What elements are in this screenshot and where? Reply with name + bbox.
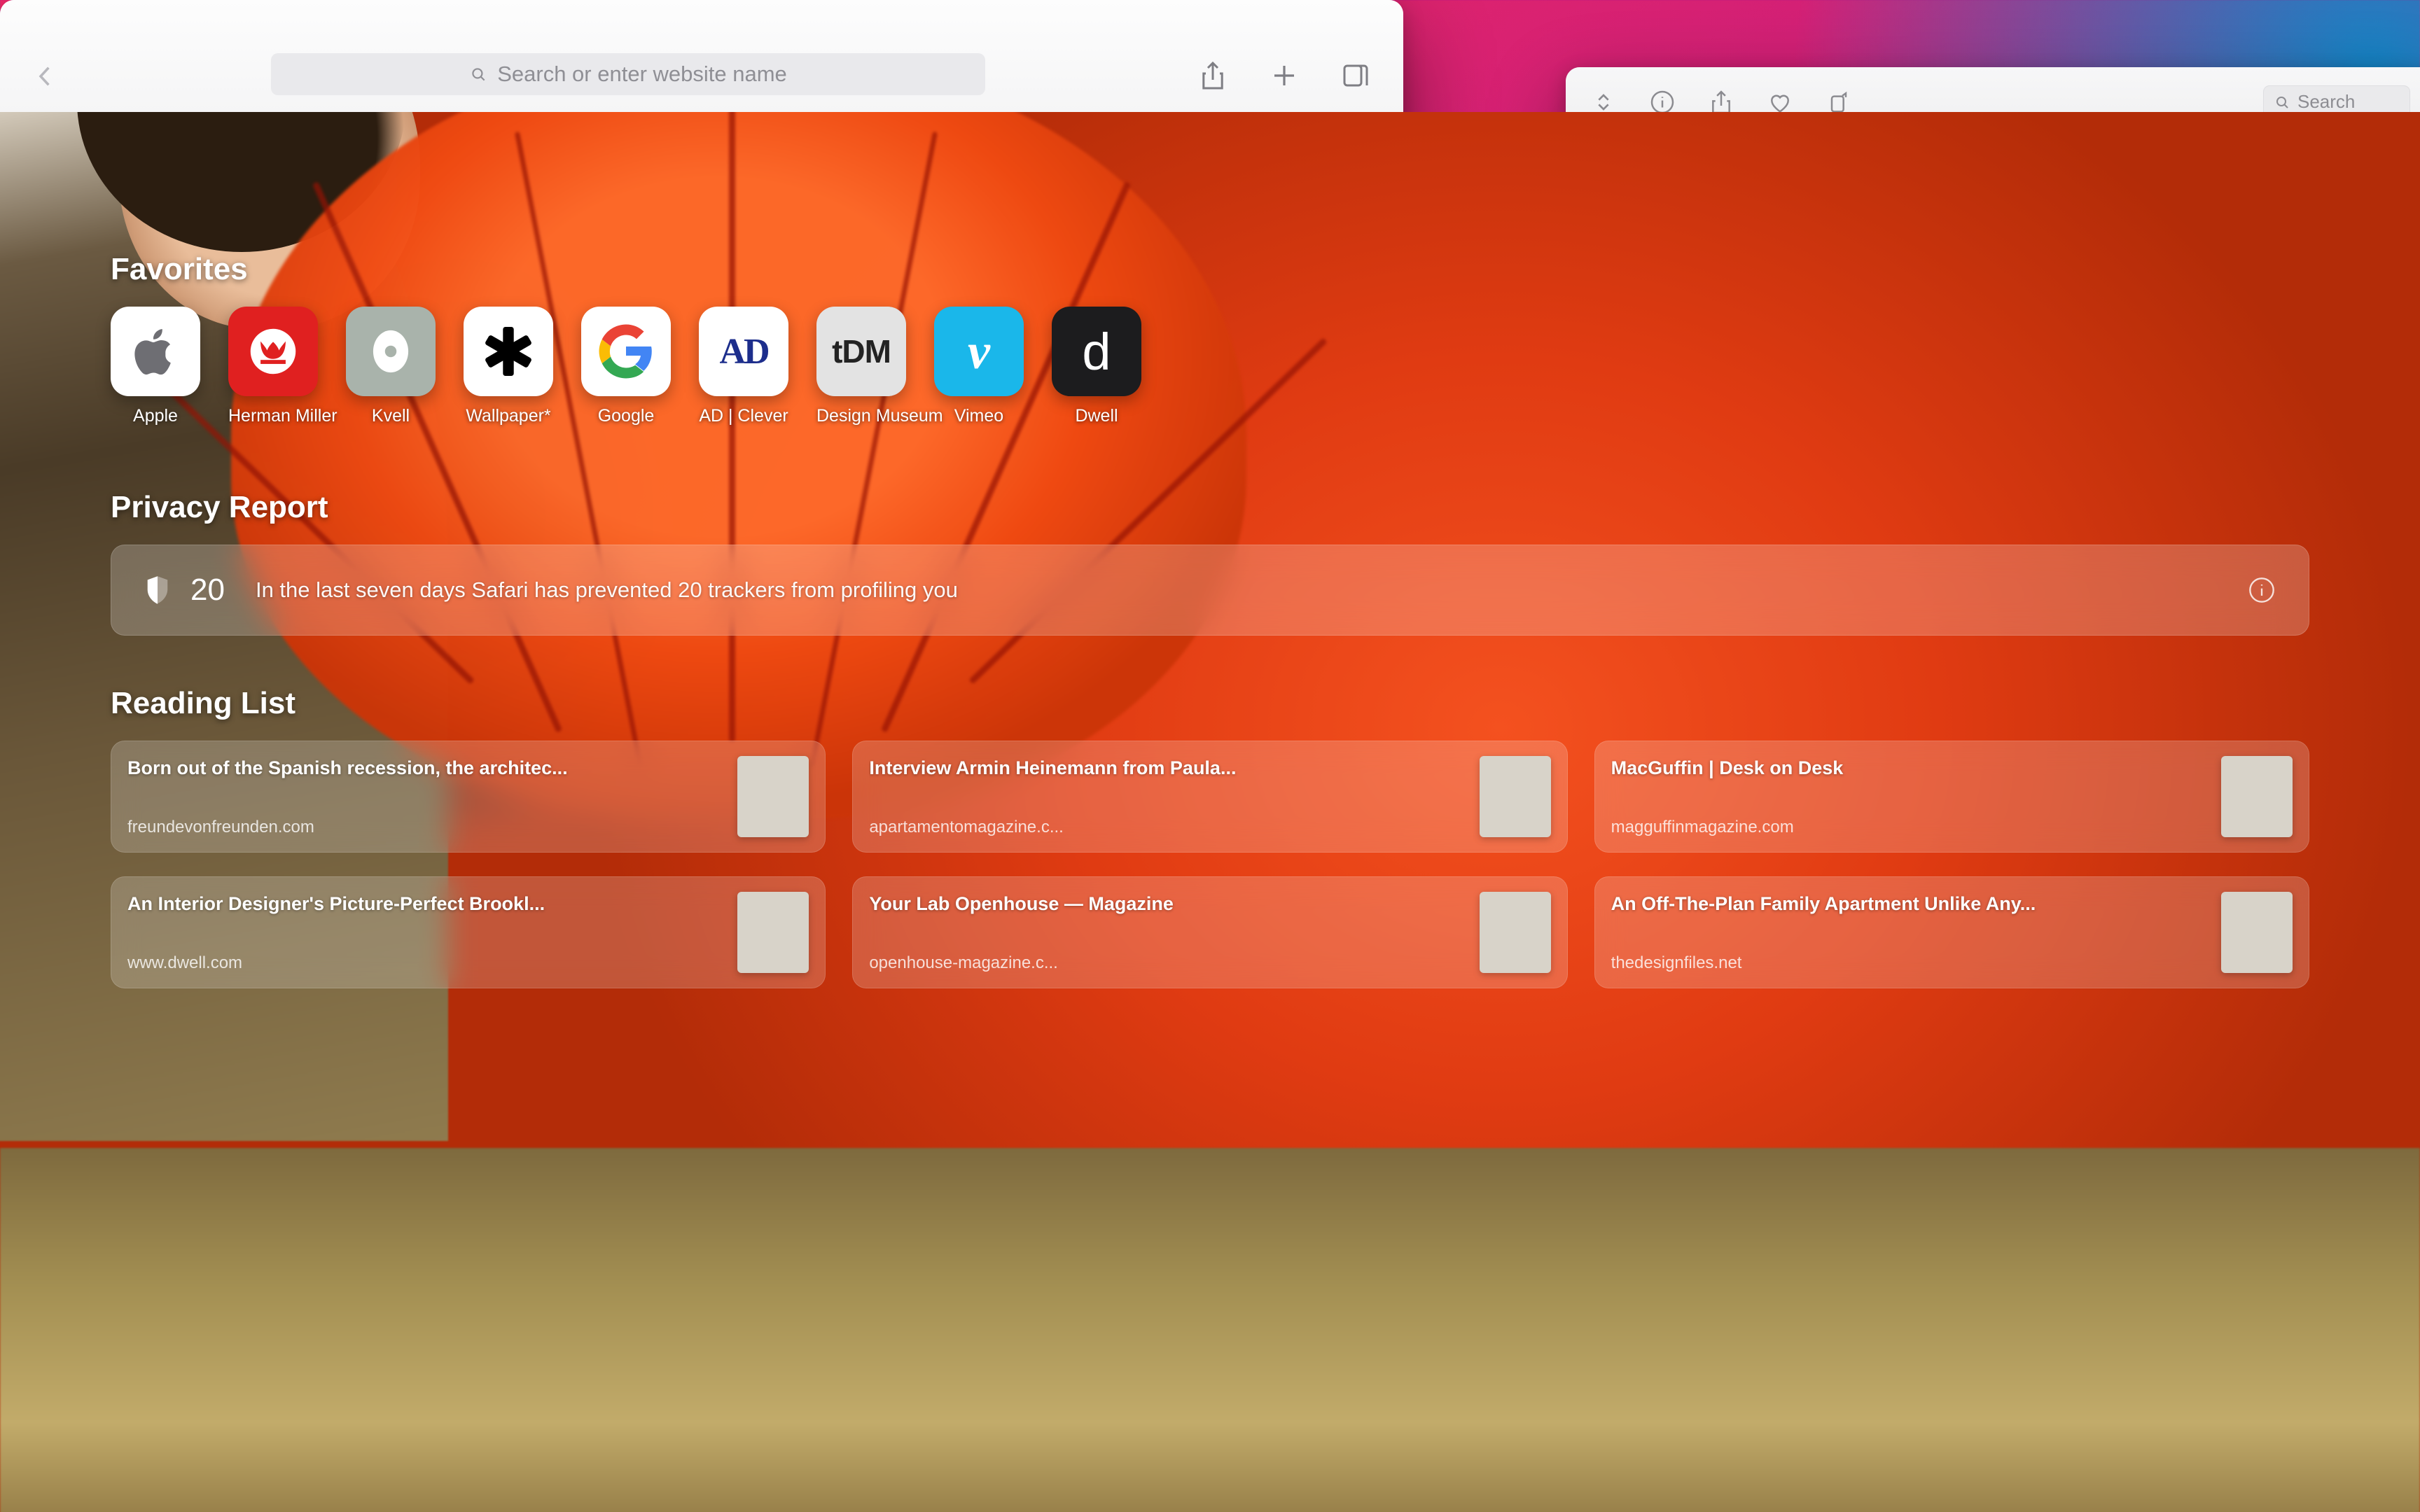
reading-list-section: Reading List Born out of the Spanish rec… <box>111 686 2309 988</box>
address-placeholder: Search or enter website name <box>497 62 787 86</box>
photos-search-placeholder: Search <box>2297 91 2356 112</box>
search-icon <box>472 68 485 81</box>
favorite-herman-miller[interactable]: Herman Miller <box>228 307 338 426</box>
privacy-report-title: Privacy Report <box>111 490 328 524</box>
reading-list-title: Reading List <box>111 686 296 720</box>
kvell-logo-icon <box>346 307 436 396</box>
favorite-label: Dwell <box>1075 406 1118 426</box>
reading-list-item[interactable]: Your Lab Openhouse — Magazine openhouse-… <box>852 876 1568 988</box>
tracker-count: 20 <box>190 573 225 607</box>
favorites-title: Favorites <box>111 252 248 286</box>
reading-item-title: Interview Armin Heinemann from Paula... <box>869 757 1237 778</box>
favorite-label: Herman Miller <box>228 406 338 426</box>
plus-icon[interactable] <box>1267 59 1301 92</box>
reading-item-url: openhouse-magazine.c... <box>869 953 1058 972</box>
shield-icon <box>144 574 171 606</box>
tdm-logo-icon: tDM <box>816 307 906 396</box>
reading-list-item[interactable]: An Interior Designer's Picture-Perfect B… <box>111 876 826 988</box>
safari-window[interactable]: Search or enter website name Favorites A… <box>0 0 2420 1512</box>
search-icon <box>2276 96 2288 108</box>
apple-logo-icon <box>111 307 200 396</box>
reading-item-title: Born out of the Spanish recession, the a… <box>127 757 568 778</box>
privacy-report-text: In the last seven days Safari has preven… <box>255 578 958 602</box>
ad-logo-icon: AD <box>699 307 788 396</box>
reading-list-grid: Born out of the Spanish recession, the a… <box>111 741 2309 988</box>
favorite-kvell[interactable]: Kvell <box>346 307 436 426</box>
reading-item-thumbnail <box>737 756 809 837</box>
tabs-icon[interactable] <box>1339 59 1372 92</box>
privacy-report-card[interactable]: 20 In the last seven days Safari has pre… <box>111 545 2309 636</box>
favorite-label: Google <box>597 406 655 426</box>
favorite-label: Vimeo <box>954 406 1004 426</box>
reading-item-thumbnail <box>737 892 809 973</box>
herman-miller-logo-icon <box>228 307 318 396</box>
favorites-row: Apple Herman Miller Kvell Wallpaper* Goo… <box>111 307 2309 426</box>
dwell-logo-icon: d <box>1052 307 1141 396</box>
safari-address-bar[interactable]: Search or enter website name <box>271 53 985 95</box>
favorite-label: AD | Clever <box>699 406 788 426</box>
reading-list-item[interactable]: Born out of the Spanish recession, the a… <box>111 741 826 853</box>
wallpaper-asterisk-icon <box>464 307 553 396</box>
favorite-label: Apple <box>133 406 178 426</box>
favorite-vimeo[interactable]: v Vimeo <box>934 307 1024 426</box>
favorites-section: Favorites Apple Herman Miller Kvell Wall… <box>111 252 2309 426</box>
favorite-dwell[interactable]: d Dwell <box>1052 307 1141 426</box>
favorite-label: Kvell <box>371 406 410 426</box>
reading-item-url: freundevonfreunden.com <box>127 818 314 836</box>
favorite-design-museum[interactable]: tDM Design Museum <box>816 307 943 426</box>
reading-item-url: apartamentomagazine.c... <box>869 818 1064 836</box>
safari-toolbar: Search or enter website name <box>0 0 1403 112</box>
favorite-label: Wallpaper* <box>466 406 551 426</box>
safari-start-page: Favorites Apple Herman Miller Kvell Wall… <box>0 112 2420 1512</box>
favorite-ad-clever[interactable]: AD AD | Clever <box>699 307 788 426</box>
favorite-label: Design Museum <box>816 406 943 426</box>
favorite-wallpaper[interactable]: Wallpaper* <box>464 307 553 426</box>
vimeo-logo-icon: v <box>934 307 1024 396</box>
reading-list-item[interactable]: Interview Armin Heinemann from Paula... … <box>852 741 1568 853</box>
chevron-left-icon[interactable] <box>31 62 60 91</box>
google-g-icon <box>581 307 671 396</box>
reading-item-title: An Interior Designer's Picture-Perfect B… <box>127 893 545 914</box>
reading-item-title: Your Lab Openhouse — Magazine <box>869 893 1174 914</box>
privacy-report-section: Privacy Report 20 In the last seven days… <box>111 490 2309 636</box>
favorite-apple[interactable]: Apple <box>111 307 200 426</box>
favorite-google[interactable]: Google <box>581 307 671 426</box>
share-icon[interactable] <box>1196 59 1230 92</box>
reading-item-url: www.dwell.com <box>127 953 243 972</box>
